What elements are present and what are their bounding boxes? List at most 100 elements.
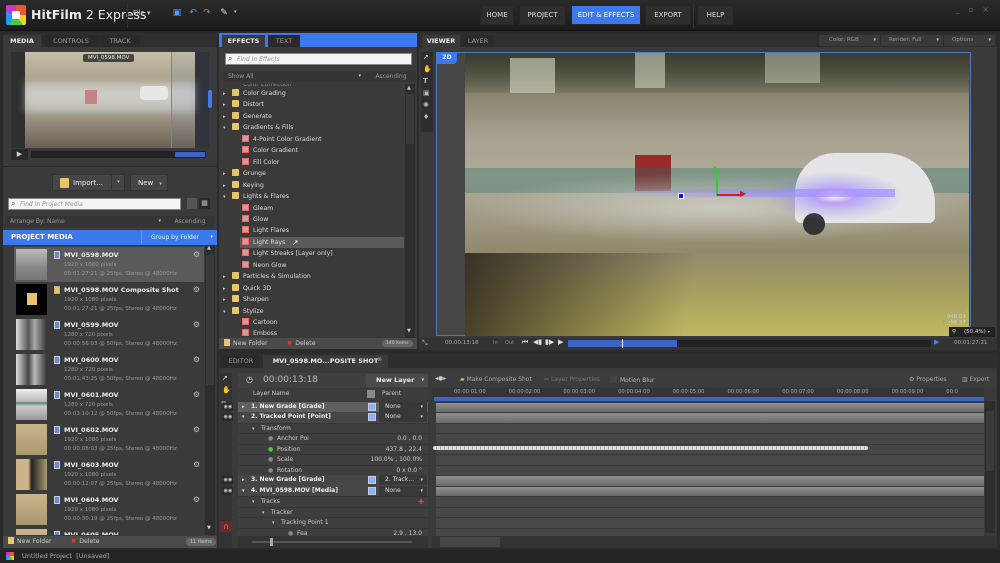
tab-track[interactable]: TRACK [100, 35, 140, 47]
play-icon[interactable]: ▶ [558, 338, 563, 346]
effect-item[interactable]: Gleam [223, 203, 403, 215]
properties-button[interactable]: ⚙ Properties [909, 376, 947, 383]
layer-row[interactable]: ◉◉ ▾ 4. MVI_0598.MOV [Media] None ▾ [223, 485, 428, 496]
effect-item[interactable]: 4-Point Color Gradient [223, 134, 403, 146]
loop-play-icon[interactable]: ▶ [934, 338, 939, 346]
position-keyframes[interactable] [433, 446, 868, 450]
property-track[interactable] [436, 496, 984, 507]
effect-item[interactable]: Color Gradient [223, 145, 403, 157]
nav-export[interactable]: EXPORT [645, 5, 691, 25]
list-view-icon[interactable] [187, 198, 197, 209]
expand-arrow-icon[interactable]: ▸ [242, 475, 251, 486]
effects-filter-dropdown[interactable]: Show All ▾ [223, 71, 365, 82]
y-axis-gizmo[interactable] [716, 170, 718, 196]
effect-item[interactable]: Cartoon [223, 317, 403, 329]
effect-category[interactable]: ▸ Distort [223, 99, 403, 111]
visibility-toggle-icon[interactable]: ◉◉ [223, 476, 233, 484]
mask-tool-icon[interactable]: ▣ [423, 89, 430, 97]
property-track[interactable] [436, 454, 984, 465]
motion-blur-toggle[interactable]: Motion Blur [610, 376, 654, 384]
anchor-tool-icon[interactable]: ♦ [423, 113, 429, 121]
tab-viewer[interactable]: VIEWER [422, 35, 460, 47]
layer-color-swatch[interactable] [368, 486, 376, 495]
layer-clip-bar[interactable] [436, 412, 984, 423]
keyframe-nav-icon[interactable]: ◂●▸ [435, 375, 446, 382]
go-to-start-icon[interactable]: ⏮ [522, 338, 528, 347]
settings-gear-icon[interactable]: ⚙ [193, 495, 200, 504]
media-item[interactable]: MVI_0604.MOV 1920 x 1080 pixels 00:00:30:1… [14, 492, 204, 527]
layer-row[interactable]: ◉◉ ▸ 1. New Grade [Grade] None ▾ [223, 401, 428, 413]
text-tool-icon[interactable]: T [423, 77, 428, 85]
viewer-frame[interactable]: ▲ ▶ [465, 53, 969, 336]
timeline-hscrollbar[interactable] [432, 536, 997, 548]
visibility-toggle-icon[interactable]: ◉◉ [223, 486, 233, 495]
settings-gear-icon[interactable]: ⚙ [193, 390, 200, 399]
export-button[interactable]: ▥ Export [962, 376, 989, 383]
property-track[interactable] [436, 422, 984, 433]
zoom-slider-handle[interactable] [270, 538, 273, 546]
layer-clip-bar[interactable] [436, 485, 984, 496]
tab-media[interactable]: MEDIA [3, 35, 41, 47]
effect-category[interactable]: ▸ Sharpen [223, 294, 403, 306]
media-scrollbar[interactable]: ▲ ▼ [205, 245, 215, 535]
save-icon[interactable]: ▣ [171, 8, 183, 19]
layer-row[interactable]: ◉◉ ▸ 3. New Grade [Grade] 2. Track... ▾ [223, 475, 428, 486]
effect-category[interactable]: ▸ Keying [223, 180, 403, 192]
window-controls[interactable]: _ ▫ × [956, 5, 992, 14]
work-area-bar[interactable] [434, 397, 984, 401]
make-composite-button[interactable]: ▰ Make Composite Shot [460, 376, 532, 383]
tab-text[interactable]: TEXT [268, 35, 300, 47]
media-new-folder-button[interactable]: New Folder [8, 537, 52, 547]
sort-order-dropdown[interactable]: Ascending [166, 216, 214, 227]
viewer-scrubber[interactable] [568, 339, 931, 348]
property-row[interactable]: ● Scale 100.0% , 100.0% [238, 454, 428, 465]
effect-item[interactable]: Light Streaks [Layer only] [223, 248, 403, 260]
effect-category[interactable]: ▸ Particles & Simulation [223, 271, 403, 283]
property-group-row[interactable]: ▾ Tracker [238, 506, 428, 517]
media-item[interactable]: MVI_0601.MOV 1280 x 720 pixels 00:03:10:12… [14, 387, 204, 422]
visibility-toggle-icon[interactable]: ◉◉ [223, 402, 233, 411]
property-track[interactable] [436, 517, 984, 528]
tab-controls[interactable]: CONTROLS [43, 35, 99, 47]
parent-dropdown[interactable]: None ▾ [379, 412, 427, 422]
effects-new-folder-button[interactable]: New Folder [224, 338, 268, 349]
expand-arrow-icon[interactable]: ▸ [242, 402, 251, 413]
nav-project[interactable]: PROJECT [519, 5, 566, 25]
current-time[interactable]: 00:00:13:18 [445, 340, 479, 346]
visibility-toggle-icon[interactable]: ◉◉ [223, 413, 233, 421]
property-group-row[interactable]: ▾ Tracks ✚ [238, 496, 428, 507]
close-tab-icon[interactable]: ⊗ [377, 356, 382, 363]
parent-dropdown[interactable]: None ▾ [379, 485, 427, 496]
orbit-tool-icon[interactable]: ✺ [423, 101, 429, 109]
effect-category[interactable]: ▾ Lights & Flares [223, 191, 403, 203]
settings-gear-icon[interactable]: ⚙ [193, 320, 200, 329]
nav-home[interactable]: HOME [480, 5, 514, 25]
tab-layer[interactable]: LAYER [463, 35, 493, 47]
media-item[interactable]: MVI_0602.MOV 1920 x 1080 pixels 00:00:08:0… [14, 422, 204, 457]
effects-delete-button[interactable]: ✖ Delete [287, 338, 316, 349]
nav-help[interactable]: HELP [697, 5, 734, 25]
step-forward-icon[interactable]: ▮▶ [545, 338, 554, 346]
media-item[interactable]: MVI_0603.MOV 1920 x 1080 pixels 00:00:12:0… [14, 457, 204, 492]
settings-gear-icon[interactable]: ⚙ [193, 285, 200, 294]
editor-timecode[interactable]: 00:00:13:18 [263, 375, 318, 385]
redo-icon[interactable]: ↷ [201, 8, 213, 19]
2d-mode-badge[interactable]: 2D [437, 52, 457, 64]
property-row[interactable]: ● Position 437.8 , 22.4 [238, 443, 428, 454]
effect-item[interactable]: Light Rays [240, 236, 404, 249]
effect-category[interactable]: ▸ Color Grading [223, 88, 403, 100]
settings-gear-icon[interactable]: ⚙ [193, 250, 200, 259]
settings-gear-icon[interactable]: ⚙ [193, 425, 200, 434]
tracking-point-handle[interactable] [678, 193, 684, 199]
group-by-dropdown[interactable]: Group by Folder ▾ [141, 231, 217, 244]
layer-color-swatch[interactable] [368, 402, 376, 411]
property-track[interactable] [436, 433, 984, 444]
effect-category[interactable]: ▾ Gradients & Fills [223, 122, 403, 134]
effect-item[interactable]: Light Flares [223, 225, 403, 237]
hand-tool-icon[interactable]: ✋ [222, 386, 231, 394]
snap-icon[interactable]: ⤡ [422, 339, 428, 348]
tools-icon[interactable]: ✎ [218, 8, 230, 19]
media-item[interactable]: MVI_0600.MOV 1280 x 720 pixels 00:01:43:25… [14, 352, 204, 387]
viewer-options-dropdown[interactable]: Options ▾ [944, 35, 995, 46]
tab-effects[interactable]: EFFECTS [222, 35, 265, 47]
